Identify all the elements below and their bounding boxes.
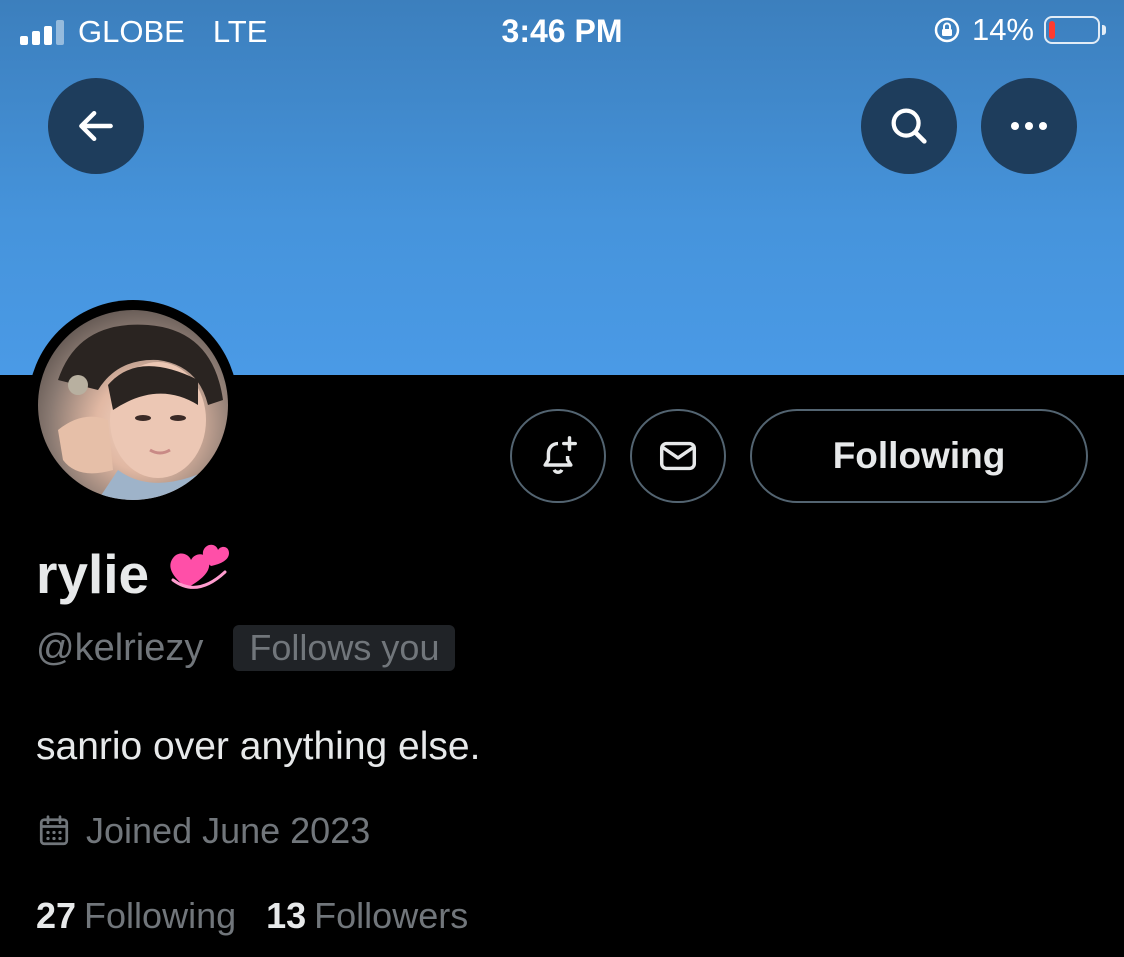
display-name-row: rylie: [36, 540, 233, 607]
back-button[interactable]: [48, 78, 144, 174]
status-bar: GLOBE LTE 3:46 PM 14%: [0, 0, 1124, 66]
follow-stats: 27 Following 13 Followers: [36, 895, 468, 937]
calendar-icon: [39, 815, 69, 846]
followers-count: 13: [266, 895, 307, 936]
profile-avatar[interactable]: [28, 300, 238, 510]
more-horizontal-icon: [1011, 122, 1047, 130]
following-button[interactable]: Following: [750, 409, 1088, 503]
joined-date-row: Joined June 2023: [36, 810, 370, 852]
joined-date: Joined June 2023: [86, 810, 371, 851]
revolving-hearts-icon: [170, 544, 230, 589]
profile-bio: sanrio over anything else.: [36, 725, 481, 768]
search-icon: [891, 108, 927, 144]
battery-nub: [1102, 25, 1106, 35]
follows-you-badge: Follows you: [233, 625, 456, 671]
search-button[interactable]: [861, 78, 957, 174]
avatar-image: [38, 310, 228, 500]
message-button[interactable]: [630, 409, 726, 503]
cellular-signal-icon: [20, 19, 64, 45]
mail-icon: [659, 441, 697, 471]
more-options-button[interactable]: [981, 78, 1077, 174]
followers-label: Followers: [314, 895, 469, 936]
following-stat[interactable]: 27 Following: [36, 895, 236, 937]
followers-stat[interactable]: 13 Followers: [266, 895, 468, 937]
name-emoji: [167, 540, 233, 607]
user-handle: @kelriezy: [36, 626, 204, 669]
following-count: 27: [36, 895, 77, 936]
carrier-name: GLOBE: [78, 14, 185, 49]
battery-icon: [1044, 16, 1100, 44]
display-name: rylie: [36, 542, 150, 605]
notifications-button[interactable]: [510, 409, 606, 503]
bell-plus-icon: [543, 436, 577, 474]
orientation-lock-icon: [934, 17, 960, 43]
battery-percent: 14%: [971, 12, 1034, 47]
handle-row: @kelriezy Follows you: [36, 625, 456, 671]
arrow-left-icon: [79, 110, 113, 142]
following-label: Following: [84, 895, 237, 936]
network-type: LTE: [212, 14, 268, 49]
